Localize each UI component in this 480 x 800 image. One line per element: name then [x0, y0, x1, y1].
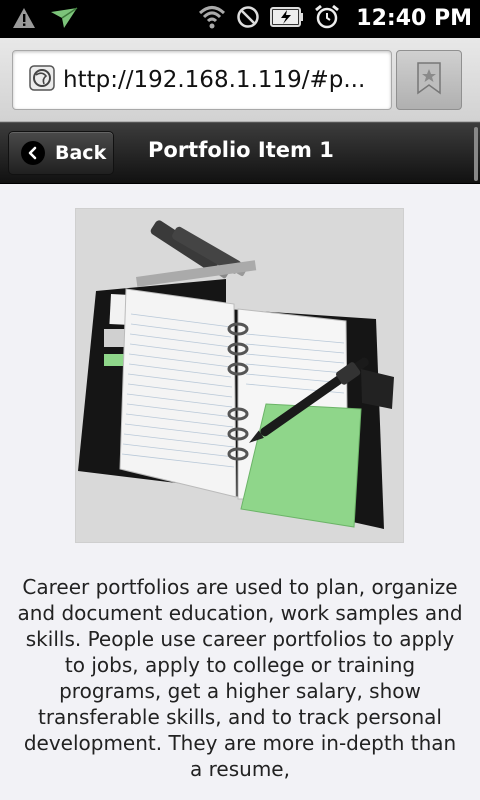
chevron-left-icon [21, 141, 45, 165]
url-text: http://192.168.1.119/#p... [63, 67, 366, 93]
page-title: Portfolio Item 1 [148, 138, 334, 162]
alarm-icon [314, 4, 340, 34]
bookmark-button[interactable] [396, 50, 462, 110]
warning-icon [12, 6, 36, 34]
notification-plane-icon [50, 6, 78, 34]
content-area: Career portfolios are used to plan, orga… [0, 184, 480, 800]
status-bar: 12:40 PM [0, 0, 480, 38]
header-scroll-indicator [474, 127, 478, 181]
do-not-disturb-icon [236, 5, 260, 33]
portfolio-image [75, 208, 404, 543]
globe-icon [29, 65, 55, 95]
status-clock: 12:40 PM [356, 6, 472, 31]
bookmark-star-icon [416, 61, 442, 99]
portfolio-description: Career portfolios are used to plan, orga… [17, 575, 463, 781]
portfolio-binder-photo [76, 209, 403, 542]
url-field[interactable]: http://192.168.1.119/#p... [12, 50, 392, 110]
wifi-icon [198, 4, 226, 34]
back-button[interactable]: Back [8, 131, 114, 175]
battery-charging-icon [270, 6, 304, 32]
browser-url-bar: http://192.168.1.119/#p... [0, 38, 480, 122]
back-button-label: Back [55, 142, 107, 164]
app-header: Back Portfolio Item 1 [0, 122, 480, 184]
